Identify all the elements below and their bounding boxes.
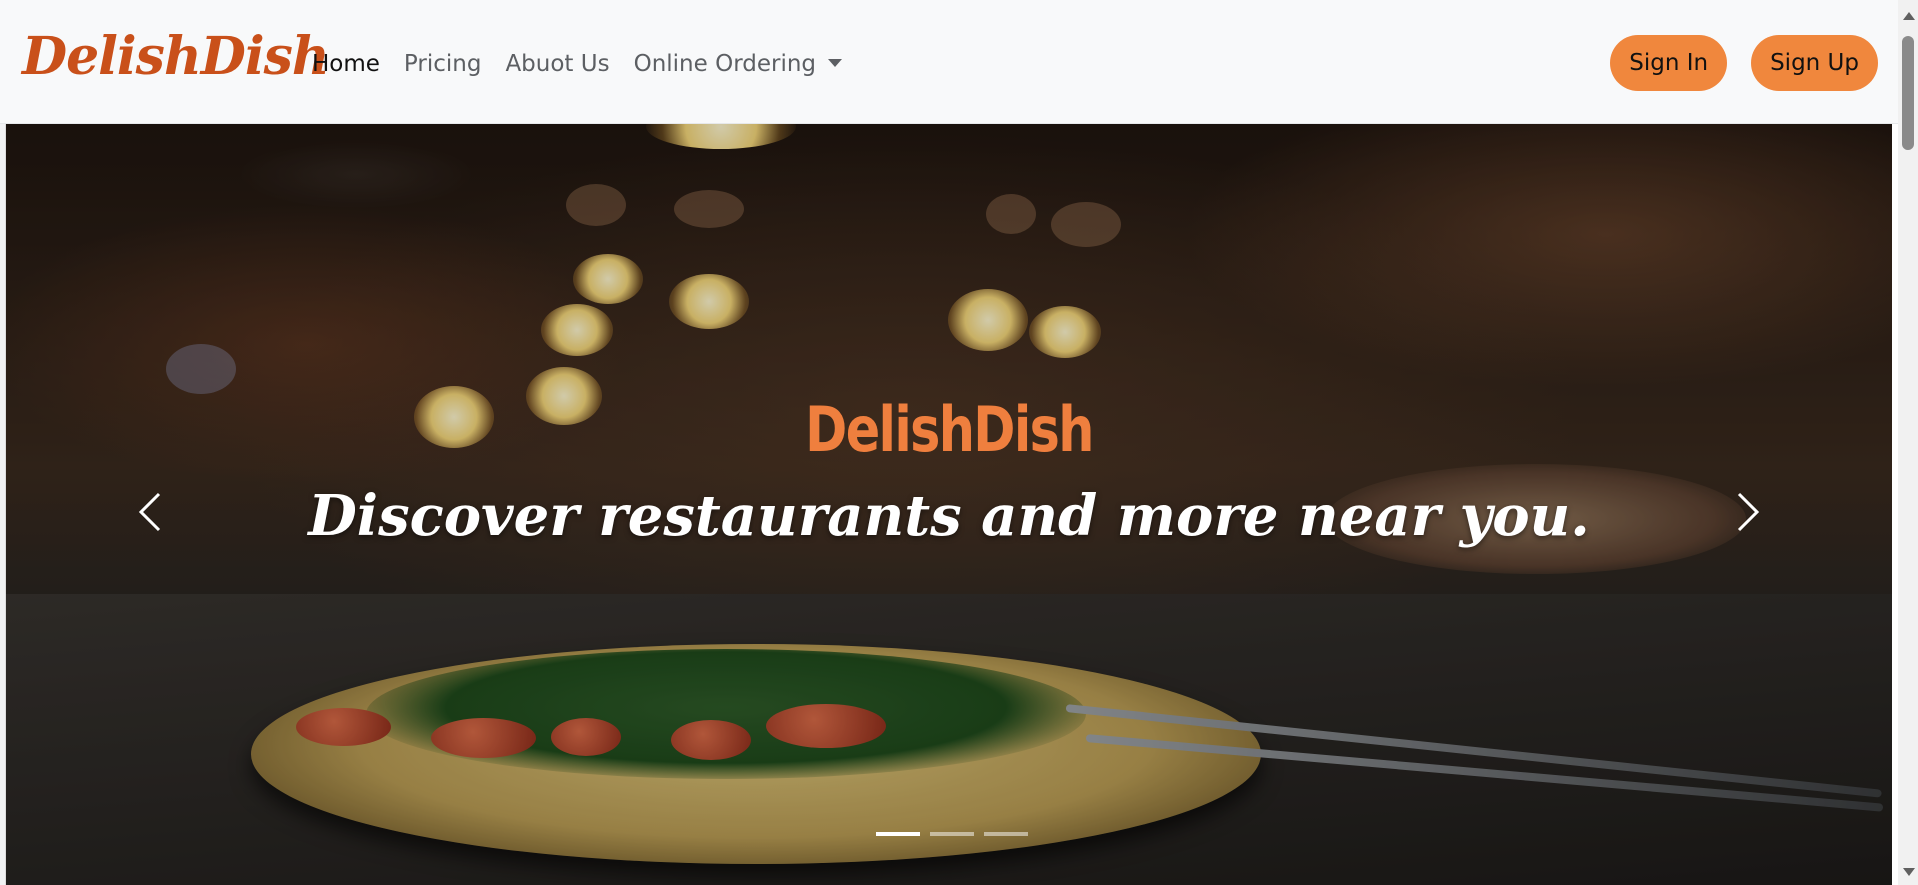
scrollbar-thumb[interactable] [1902, 36, 1914, 150]
carousel-next-button[interactable] [1717, 472, 1777, 552]
caret-down-icon [828, 59, 843, 67]
scroll-up-icon[interactable] [1903, 12, 1915, 20]
navbar: DelishDish Home Pricing Abuot Us Online … [0, 0, 1898, 124]
nav-links: Home Pricing Abuot Us Online Ordering [300, 44, 854, 84]
vertical-scrollbar[interactable] [1898, 0, 1918, 885]
nav-dropdown-label: Online Ordering [633, 51, 817, 77]
page: DelishDish Home Pricing Abuot Us Online … [0, 0, 1898, 885]
chevron-left-icon [138, 492, 161, 532]
carousel-indicators [876, 832, 1028, 836]
hero-carousel: DelishDish Discover restaurants and more… [6, 124, 1892, 885]
carousel-prev-button[interactable] [121, 472, 181, 552]
hero-title: DelishDish [805, 393, 1094, 466]
sign-up-button[interactable]: Sign Up [1751, 35, 1878, 91]
hero-tagline: Discover restaurants and more near you. [308, 483, 1590, 549]
nav-link-about-us[interactable]: Abuot Us [493, 44, 621, 84]
scroll-down-icon[interactable] [1903, 868, 1915, 876]
carousel-indicator-3[interactable] [984, 832, 1028, 836]
carousel-indicator-1[interactable] [876, 832, 920, 836]
chevron-right-icon [1737, 492, 1760, 532]
auth-buttons: Sign In Sign Up [1610, 35, 1878, 91]
nav-link-pricing[interactable]: Pricing [392, 44, 494, 84]
carousel-indicator-2[interactable] [930, 832, 974, 836]
nav-link-home[interactable]: Home [300, 44, 392, 84]
nav-dropdown-online-ordering[interactable]: Online Ordering [622, 44, 854, 84]
brand-logo[interactable]: DelishDish [22, 22, 330, 92]
sign-in-button[interactable]: Sign In [1610, 35, 1728, 91]
